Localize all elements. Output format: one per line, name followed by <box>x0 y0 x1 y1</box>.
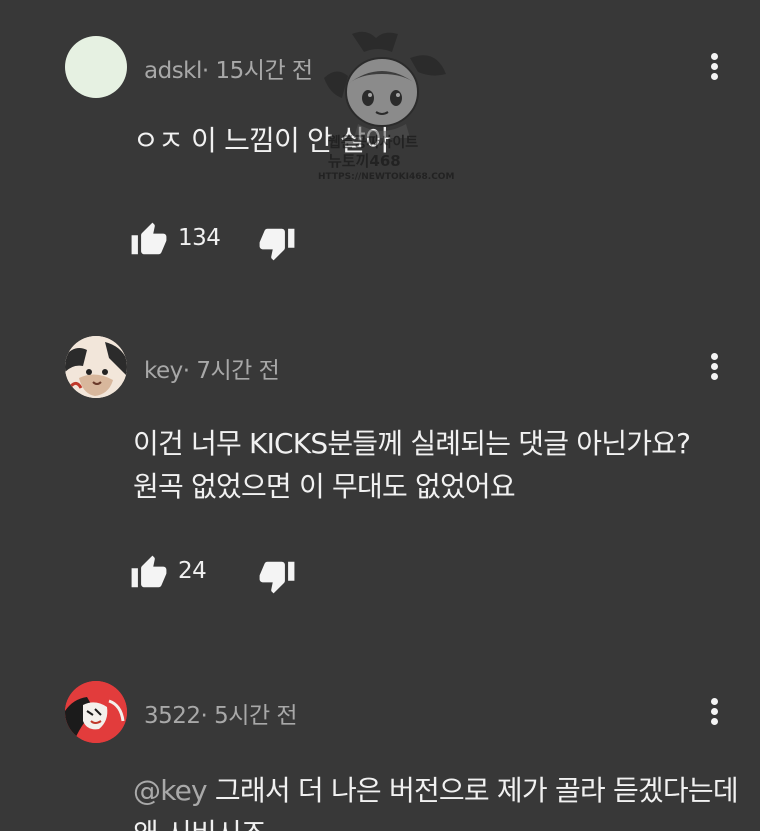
comment-time: 15시간 전 <box>215 58 314 84</box>
avatar[interactable] <box>65 36 127 98</box>
watermark: 웹툰공짜사이트 뉴토끼468 HTTPS://NEWTOKI468.COM <box>318 28 454 194</box>
thumbs-up-icon[interactable] <box>130 221 168 259</box>
comment-meta: 3522· 5시간 전 <box>144 696 298 730</box>
thumbs-down-icon[interactable] <box>258 557 296 595</box>
thumbs-up-icon[interactable] <box>130 554 168 592</box>
comment-author[interactable]: key <box>144 358 183 384</box>
comment-line: 왜 시비시죠 <box>133 812 738 831</box>
more-options-button[interactable] <box>704 51 726 83</box>
meta-separator: · <box>182 358 197 384</box>
more-options-button[interactable] <box>704 351 726 383</box>
comment-meta: key· 7시간 전 <box>144 351 280 385</box>
meta-separator: · <box>201 58 216 84</box>
comment-text: ㅇㅈ 이 느낌이 안 살아 <box>133 119 391 162</box>
comment-line: @key 그래서 더 나은 버전으로 제가 골라 듣겠다는데 <box>133 769 739 812</box>
more-options-button[interactable] <box>704 696 726 728</box>
comment-line-text: 그래서 더 나은 버전으로 제가 골라 듣겠다는데 <box>206 774 739 807</box>
comment-text: 이건 너무 KICKS분들께 실례되는 댓글 아닌가요? 원곡 없었으면 이 무… <box>133 422 691 508</box>
avatar[interactable] <box>65 336 127 398</box>
comment-time: 5시간 전 <box>214 703 298 729</box>
comment-meta: adskl· 15시간 전 <box>144 51 313 85</box>
mention-link[interactable]: @key <box>133 774 208 807</box>
watermark-url: HTTPS://NEWTOKI468.COM <box>318 172 455 182</box>
comment-time: 7시간 전 <box>196 358 280 384</box>
comment-author[interactable]: adskl <box>144 58 202 84</box>
meta-separator: · <box>200 703 215 729</box>
like-count: 24 <box>178 558 207 584</box>
comment-text: @key 그래서 더 나은 버전으로 제가 골라 듣겠다는데 왜 시비시죠 <box>133 769 739 831</box>
comment-line: ㅇㅈ 이 느낌이 안 살아 <box>133 124 391 157</box>
comments-page: adskl· 15시간 전 ㅇㅈ 이 느낌이 안 살아 134 key· 7시간… <box>0 0 760 831</box>
thumbs-down-icon[interactable] <box>258 224 296 262</box>
like-count: 134 <box>178 225 221 251</box>
avatar[interactable] <box>65 681 127 743</box>
comment-line: 이건 너무 KICKS분들께 실례되는 댓글 아닌가요? <box>133 427 691 460</box>
comment-line: 원곡 없었으면 이 무대도 없었어요 <box>133 470 516 503</box>
comment-author[interactable]: 3522 <box>144 703 201 729</box>
